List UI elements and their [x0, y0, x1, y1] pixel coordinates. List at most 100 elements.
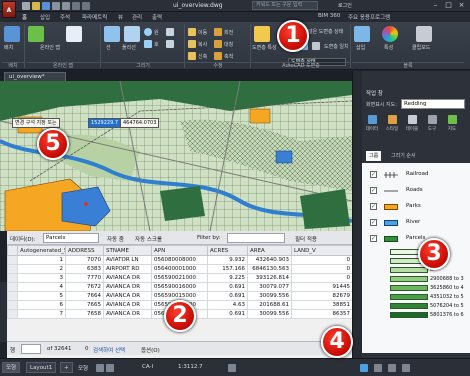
rotate-icon[interactable]	[214, 28, 222, 36]
scale-label[interactable]: 축척	[224, 53, 233, 60]
auto-zoom-toggle[interactable]: 자동 줌	[107, 235, 124, 243]
layout-button-label[interactable]: 배치	[4, 44, 13, 51]
layer-properties-icon[interactable]	[254, 26, 270, 42]
table-cell[interactable]: 7664	[65, 291, 104, 301]
new-file-icon[interactable]	[22, 2, 30, 10]
coordinate-system-label[interactable]: CA-I	[142, 364, 153, 370]
table-cell[interactable]: 201688.61	[247, 300, 292, 310]
tab-view[interactable]: 뷰	[118, 13, 123, 21]
tab-insert[interactable]: 삽입	[40, 13, 50, 21]
tab-parametric[interactable]: 파라메트릭	[82, 13, 107, 21]
row-selector-cell[interactable]	[7, 264, 18, 274]
map-tile-icon[interactable]	[66, 26, 82, 42]
tab-model[interactable]: 모형	[2, 362, 21, 373]
move-label[interactable]: 이동	[198, 29, 207, 36]
search-input[interactable]: 키워드 또는 구문 입력	[252, 1, 318, 10]
table-cell[interactable]: 0	[291, 273, 353, 283]
layer-row-roads[interactable]: ✓ Roads	[362, 183, 470, 199]
layer-row-parcels[interactable]: ✓ Parcels	[362, 231, 470, 247]
snap-toggle-icon[interactable]	[106, 364, 114, 372]
plot-icon[interactable]	[62, 2, 70, 10]
copy-label[interactable]: 복사	[198, 41, 207, 48]
circle-icon[interactable]	[144, 28, 152, 36]
copy-icon[interactable]	[188, 40, 196, 48]
insert-label[interactable]: 삽입	[356, 44, 365, 51]
save-as-icon[interactable]	[52, 2, 60, 10]
line-icon[interactable]	[104, 26, 120, 42]
row-selector-cell[interactable]	[7, 282, 18, 292]
tab-group[interactable]: 그룹	[366, 151, 382, 161]
clean-screen-icon[interactable]	[388, 364, 396, 372]
open-folder-icon[interactable]	[32, 2, 40, 10]
table-cell[interactable]: AIRPORT RD	[103, 264, 152, 274]
rotate-label[interactable]: 회전	[224, 29, 233, 36]
table-cell[interactable]: 7770	[65, 273, 104, 283]
table-cell[interactable]: 1	[17, 255, 66, 265]
table-cell[interactable]: 0	[291, 255, 353, 265]
coordinate-x-input[interactable]: 1529229.7	[88, 118, 122, 128]
layer-row-parks[interactable]: ✓ Parks	[362, 199, 470, 215]
online-map-label[interactable]: 온라인 맵	[40, 44, 60, 51]
table-cell[interactable]: 056590016000	[151, 282, 208, 292]
column-header[interactable]: AREA	[247, 245, 292, 256]
tab-draw-order[interactable]: 그리기 순서	[388, 151, 419, 161]
maximize-button[interactable]: □	[443, 1, 454, 10]
mirror-label[interactable]: 대칭	[224, 41, 233, 48]
layer-visibility-checkbox[interactable]: ✓	[370, 187, 377, 194]
move-icon[interactable]	[188, 28, 196, 36]
layer-visibility-checkbox[interactable]: ✓	[370, 171, 377, 178]
line-label[interactable]: 선	[106, 44, 111, 51]
table-cell[interactable]: AVIANCA DR	[103, 282, 152, 292]
table-cell[interactable]: 30099.556	[247, 309, 292, 319]
tab-annotate[interactable]: 주석	[60, 13, 70, 21]
properties-icon[interactable]	[382, 26, 398, 42]
table-cell[interactable]: 7658	[65, 309, 104, 319]
customize-status-icon[interactable]	[402, 364, 410, 372]
row-selector-cell[interactable]	[7, 309, 18, 319]
arc-label[interactable]: 호	[154, 41, 159, 48]
arc-icon[interactable]	[144, 40, 152, 48]
table-cell[interactable]: 9.225	[207, 273, 248, 283]
redo-icon[interactable]	[82, 2, 90, 10]
table-cell[interactable]: 7070	[65, 255, 104, 265]
style-tool-button[interactable]: 스타일	[385, 115, 399, 137]
layer-properties-label[interactable]: 도면층 특성	[252, 44, 277, 51]
tab-featured-apps[interactable]: 주요 응용프로그램	[348, 13, 390, 21]
table-cell[interactable]: 6383	[65, 264, 104, 274]
mirror-icon[interactable]	[214, 40, 222, 48]
table-cell[interactable]: 4.63	[207, 300, 248, 310]
table-cell[interactable]: 2	[17, 264, 66, 274]
table-cell[interactable]: 0	[291, 264, 353, 274]
polyline-label[interactable]: 폴리선	[122, 44, 136, 51]
match-layer-label[interactable]: 도면층 일치	[324, 43, 349, 50]
column-header[interactable]: ADDRESS	[65, 245, 104, 256]
tab-layout1[interactable]: Layout1	[26, 362, 57, 373]
tab-bim360[interactable]: BIM 360	[318, 13, 340, 19]
model-space-button[interactable]: 모형	[78, 364, 88, 372]
column-header[interactable]: Autogenerated_S	[17, 245, 66, 256]
annotation-scale-label[interactable]: 1:3112.7	[178, 364, 203, 370]
layer-row-railroad[interactable]: ✓ Railroad	[362, 167, 470, 183]
table-cell[interactable]: 056590021000	[151, 273, 208, 283]
clipboard-icon[interactable]	[416, 26, 432, 42]
tab-manage[interactable]: 관리	[132, 13, 142, 21]
layer-lock-icon[interactable]	[312, 42, 320, 50]
apply-filter-button[interactable]: 필터 적용	[295, 235, 317, 243]
properties-label[interactable]: 특성	[384, 44, 393, 51]
row-selector-cell[interactable]	[7, 291, 18, 301]
app-menu-button[interactable]: A	[2, 1, 16, 18]
column-header[interactable]: LAND_V	[291, 245, 353, 256]
table-cell[interactable]: 86357	[291, 309, 353, 319]
table-cell[interactable]: AVIANCA DR	[103, 291, 152, 301]
circle-label[interactable]: 원	[154, 29, 159, 36]
auto-scroll-toggle[interactable]: 자동 스크롤	[135, 235, 162, 243]
stretch-label[interactable]: 신축	[198, 53, 207, 60]
stretch-icon[interactable]	[188, 52, 196, 60]
table-cell[interactable]: 0.691	[207, 309, 248, 319]
table-cell[interactable]: 6846130.563	[247, 264, 292, 274]
table-cell[interactable]: 157.166	[207, 264, 248, 274]
table-cell[interactable]: 7672	[65, 282, 104, 292]
clipboard-label[interactable]: 클립보드	[412, 44, 430, 51]
table-cell[interactable]: 056080008000	[151, 255, 208, 265]
table-cell[interactable]: 3	[17, 273, 66, 283]
